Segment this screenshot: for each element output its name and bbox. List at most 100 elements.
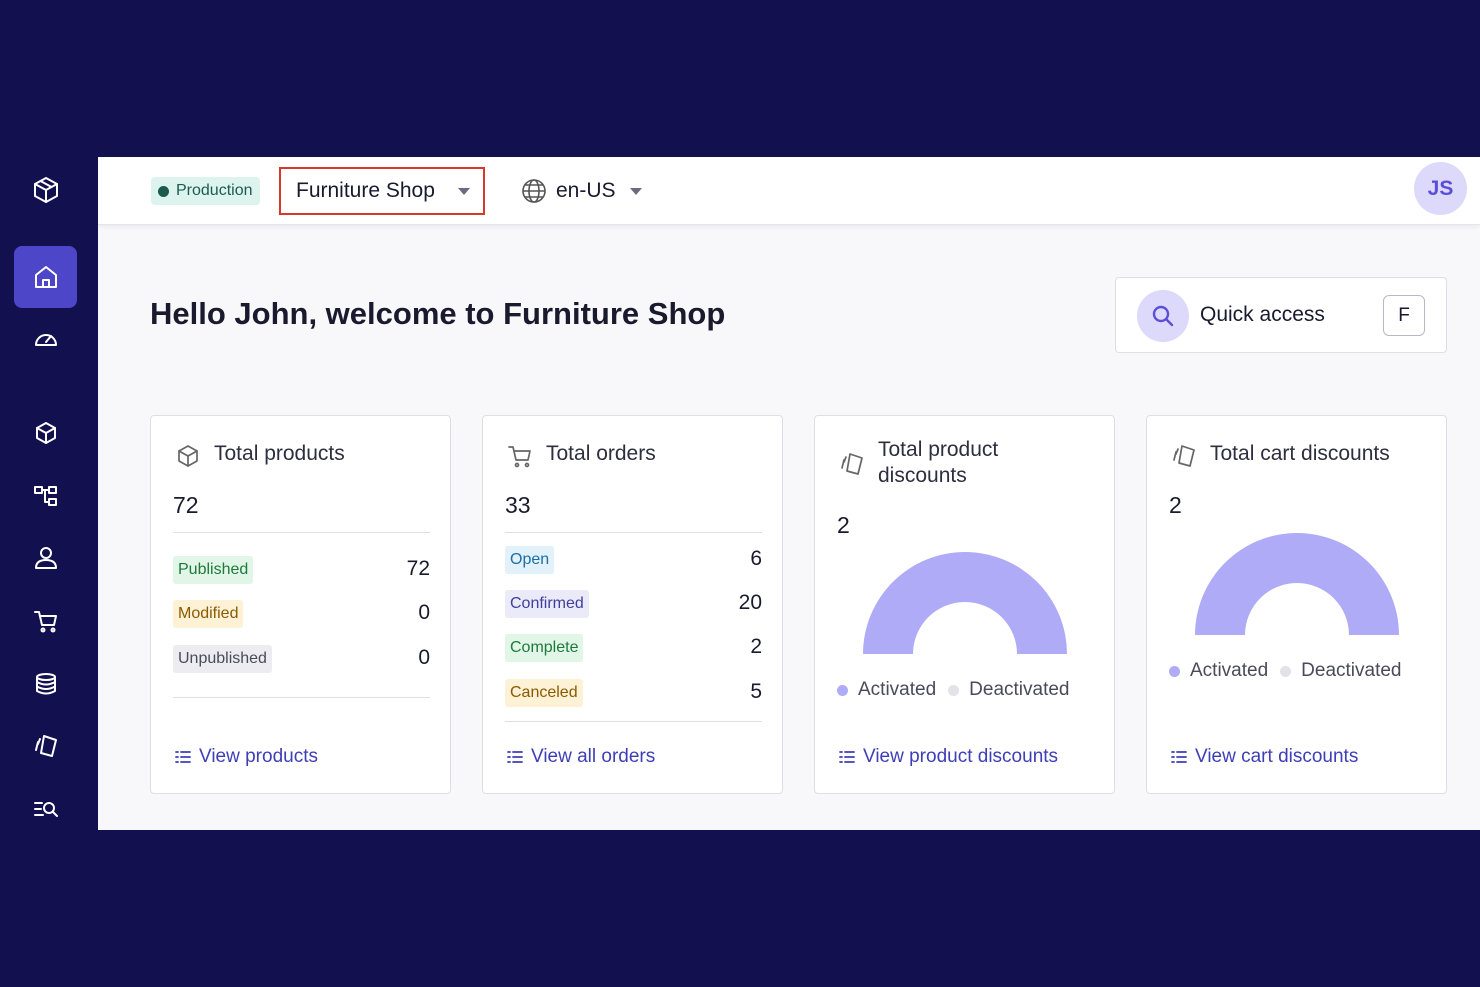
legend-dot-icon	[1280, 665, 1292, 677]
tree-icon	[33, 486, 57, 506]
view-cart-discounts-link[interactable]: View cart discounts	[1171, 746, 1358, 768]
card-total: 2	[837, 512, 850, 538]
card-title: Total products	[214, 442, 345, 465]
status-count: 6	[750, 547, 762, 570]
divider	[505, 532, 762, 533]
card-title: Total product discounts	[878, 437, 998, 489]
legend-label: Activated	[1190, 660, 1269, 681]
status-badge: Modified	[173, 600, 244, 628]
person-icon	[34, 547, 57, 569]
orders-card: Total orders 33 Open 6 Confirmed 20 Comp…	[482, 415, 783, 794]
status-count: 5	[750, 680, 762, 703]
sidebar-item-performance[interactable]	[14, 308, 77, 370]
card-title: Total cart discounts	[1210, 442, 1390, 465]
sidebar-item-search[interactable]	[14, 778, 77, 840]
project-switcher[interactable]: Furniture Shop	[279, 167, 485, 215]
card-title-line: Total product	[878, 438, 999, 461]
view-products-link[interactable]: View products	[175, 746, 318, 768]
environment-badge: Production	[151, 177, 260, 205]
chevron-down-icon	[458, 188, 470, 195]
project-name: Furniture Shop	[296, 179, 435, 202]
sidebar-item-dashboard[interactable]	[14, 246, 77, 308]
status-row: Open 6	[505, 546, 762, 574]
sidebar-item-orders[interactable]	[14, 590, 77, 652]
logo-icon[interactable]	[14, 159, 77, 221]
donut-activated-arc	[863, 552, 1067, 654]
keyboard-shortcut-badge: F	[1383, 295, 1425, 336]
products-card: Total products 72 Published 72 Modified …	[150, 415, 451, 794]
legend-dot-icon	[837, 684, 848, 696]
chart-legend: Activated Deactivated	[837, 679, 1082, 701]
chevron-down-icon	[629, 187, 642, 195]
legend-activated: Activated	[1169, 660, 1268, 682]
status-row: Canceled 5	[505, 679, 762, 707]
status-badge: Confirmed	[505, 590, 589, 618]
home-icon	[34, 266, 57, 288]
discount-donut-chart	[1195, 533, 1399, 635]
view-all-orders-link[interactable]: View all orders	[507, 746, 655, 768]
status-row: Modified 0	[173, 600, 430, 628]
status-row: Confirmed 20	[505, 590, 762, 618]
list-icon	[175, 751, 191, 763]
legend-dot-icon	[1169, 665, 1180, 677]
quick-access-button[interactable]: Quick access F	[1115, 277, 1447, 353]
status-badge: Published	[173, 556, 254, 584]
status-row: Unpublished 0	[173, 645, 430, 673]
divider	[505, 721, 762, 722]
sidebar-item-prices[interactable]	[14, 653, 77, 715]
cart-icon	[506, 442, 534, 470]
status-count: 0	[418, 601, 430, 624]
discount-tag-icon	[1170, 442, 1198, 470]
card-total: 2	[1169, 492, 1182, 518]
list-icon	[839, 751, 855, 763]
environment-label: Production	[176, 182, 253, 199]
legend-dot-icon	[948, 684, 960, 696]
globe-icon	[522, 179, 546, 203]
locale-switcher[interactable]: en-US	[521, 175, 642, 207]
chart-legend: Activated Deactivated	[1169, 660, 1414, 682]
legend-deactivated: Deactivated	[1280, 660, 1402, 682]
discount-tag-icon	[34, 735, 57, 757]
sidebar-item-discounts[interactable]	[14, 715, 77, 777]
cube-logo-icon	[33, 177, 58, 203]
sidebar	[0, 157, 98, 830]
status-count: 2	[750, 635, 762, 658]
sidebar-item-products[interactable]	[14, 402, 77, 464]
legend-activated: Activated	[837, 679, 936, 701]
locale-label: en-US	[556, 179, 616, 202]
link-label: View products	[199, 746, 318, 767]
quick-access-label: Quick access	[1200, 303, 1325, 326]
product-discounts-card: Total product discounts 2 Activated Deac…	[814, 415, 1115, 794]
divider	[173, 532, 430, 533]
link-label: View all orders	[531, 746, 656, 767]
list-search-icon	[33, 802, 58, 817]
card-total: 72	[173, 492, 199, 518]
cart-discounts-card: Total cart discounts 2 Activated Deactiv…	[1146, 415, 1447, 794]
card-title: Total orders	[546, 442, 656, 465]
status-badge: Complete	[505, 634, 584, 662]
link-label: View product discounts	[863, 746, 1059, 767]
view-product-discounts-link[interactable]: View product discounts	[839, 746, 1058, 768]
legend-label: Deactivated	[969, 679, 1070, 700]
status-row: Complete 2	[505, 634, 762, 662]
status-count: 72	[406, 557, 430, 580]
coins-icon	[35, 673, 56, 695]
legend-label: Deactivated	[1301, 660, 1402, 681]
speedometer-icon	[34, 334, 57, 346]
link-label: View cart discounts	[1195, 746, 1359, 767]
donut-activated-arc	[1195, 533, 1399, 635]
list-icon	[1171, 751, 1187, 763]
sidebar-item-customers[interactable]	[14, 527, 77, 589]
avatar[interactable]: JS	[1414, 162, 1467, 215]
status-badge: Unpublished	[173, 645, 272, 673]
discount-donut-chart	[863, 552, 1067, 654]
legend-deactivated: Deactivated	[948, 679, 1070, 701]
card-total: 33	[505, 492, 531, 518]
app-main: Production Furniture Shop en-US JS Hello…	[98, 157, 1480, 830]
card-title-line: discounts	[878, 464, 967, 487]
sidebar-item-categories[interactable]	[14, 465, 77, 527]
box-icon	[35, 422, 56, 444]
status-badge: Canceled	[505, 679, 583, 707]
top-bar: Production Furniture Shop en-US JS	[98, 157, 1480, 225]
list-icon	[507, 751, 523, 763]
